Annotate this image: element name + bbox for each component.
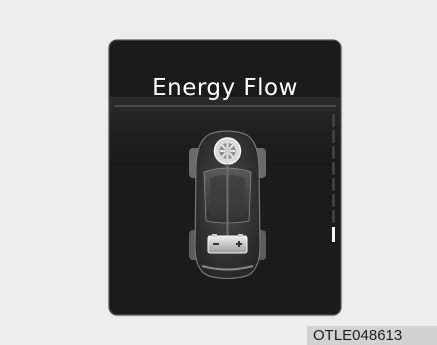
scrollbar-thumb[interactable]	[332, 227, 335, 242]
page-scrollbar[interactable]	[332, 114, 336, 242]
cluster-display: Energy Flow	[110, 41, 340, 314]
figure-code-label: OTLE048613	[307, 326, 437, 345]
page-title: Energy Flow	[152, 75, 298, 101]
vehicle-illustration	[189, 130, 266, 280]
title-divider	[114, 105, 336, 107]
